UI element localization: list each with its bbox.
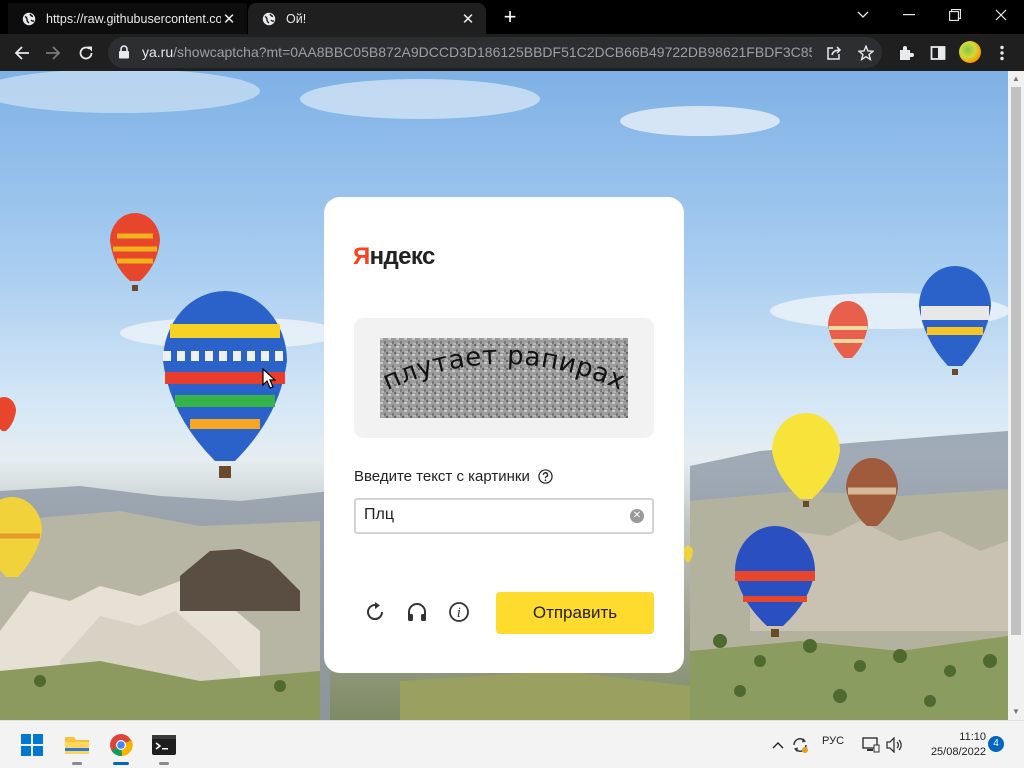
balloon (0, 397, 16, 431)
address-bar[interactable]: ya.ru/showcaptcha?mt=0AA8BBC05B872A9DCCD… (108, 37, 882, 68)
url-path: /showcaptcha?mt=0AA8BBC05B872A9DCCD3D186… (173, 44, 812, 60)
captcha-page: Яндекс плутает рапирах Введите текст с к… (0, 71, 1008, 720)
captcha-image-container: плутает рапирах (354, 318, 654, 438)
captcha-card: Яндекс плутает рапирах Введите текст с к… (324, 197, 684, 673)
captcha-prompt: Введите текст с картинки (354, 468, 553, 485)
captcha-image: плутает рапирах (380, 338, 628, 418)
help-icon[interactable] (538, 469, 553, 484)
lock-icon[interactable] (118, 45, 130, 59)
plus-icon[interactable]: + (498, 6, 522, 30)
notification-badge[interactable]: 4 (988, 736, 1004, 752)
captcha-input[interactable] (364, 506, 614, 524)
mouse-cursor-icon (262, 368, 276, 389)
scroll-up-icon[interactable]: ▲ (1012, 75, 1020, 83)
url-host: ya.ru (142, 44, 174, 60)
clock-time: 11:10 (959, 731, 986, 743)
chrome-icon[interactable] (107, 731, 135, 765)
browser-toolbar: ya.ru/showcaptcha?mt=0AA8BBC05B872A9DCCD… (0, 34, 1024, 71)
sync-icon[interactable] (786, 731, 814, 759)
close-icon[interactable]: ✕ (221, 11, 237, 28)
file-explorer-icon[interactable] (63, 731, 91, 765)
extensions-icon[interactable] (893, 40, 919, 66)
close-icon[interactable]: ✕ (460, 11, 476, 28)
balloon (110, 213, 160, 291)
info-icon[interactable]: i (448, 601, 470, 623)
refresh-icon[interactable] (364, 601, 386, 623)
star-icon[interactable] (854, 41, 878, 65)
volume-icon[interactable] (881, 731, 909, 759)
reload-icon[interactable] (73, 40, 99, 66)
language-indicator[interactable]: РУС (822, 735, 844, 747)
clear-icon[interactable]: ✕ (630, 509, 644, 523)
svg-text:i: i (457, 606, 461, 621)
page-scrollbar[interactable]: ▲ ▼ (1008, 71, 1024, 720)
windows-taskbar: РУС 11:10 25/08/2022 4 (0, 720, 1024, 768)
clock-date: 25/08/2022 (930, 746, 986, 758)
balloon (919, 266, 991, 375)
forward-arrow-icon[interactable] (40, 40, 66, 66)
kebab-menu-icon[interactable] (989, 40, 1015, 66)
tab-active[interactable]: Ой! ✕ (248, 3, 486, 34)
chevron-down-icon[interactable] (840, 0, 886, 30)
captcha-input-wrapper: ✕ (354, 498, 654, 534)
terminal-icon[interactable] (150, 731, 178, 765)
prompt-label: Введите текст с картинки (354, 468, 530, 485)
maximize-icon[interactable] (932, 0, 978, 30)
back-arrow-icon[interactable] (9, 40, 35, 66)
tab-strip: https://raw.githubusercontent.com/ ✕ Ой!… (0, 0, 1024, 34)
windows-start-icon[interactable] (18, 731, 46, 759)
sidepanel-icon[interactable] (925, 40, 951, 66)
submit-button[interactable]: Отправить (496, 592, 654, 634)
url-text: ya.ru/showcaptcha?mt=0AA8BBC05B872A9DCCD… (142, 44, 812, 60)
balloon (828, 301, 868, 358)
globe-icon (262, 12, 276, 25)
close-window-icon[interactable] (978, 0, 1024, 30)
minimize-icon[interactable] (886, 0, 932, 30)
tab-github[interactable]: https://raw.githubusercontent.com/ ✕ (8, 3, 247, 34)
scroll-thumb[interactable] (1011, 87, 1021, 635)
profile-avatar[interactable] (959, 41, 981, 63)
tab-title: Ой! (286, 11, 307, 26)
tab-title: https://raw.githubusercontent.com/ (46, 11, 221, 26)
globe-icon (22, 12, 36, 25)
headphones-icon[interactable] (406, 601, 428, 623)
share-icon[interactable] (822, 41, 846, 65)
scroll-down-icon[interactable]: ▼ (1012, 708, 1020, 716)
system-clock[interactable]: 11:10 25/08/2022 (912, 730, 986, 760)
yandex-logo: Яндекс (353, 243, 435, 270)
